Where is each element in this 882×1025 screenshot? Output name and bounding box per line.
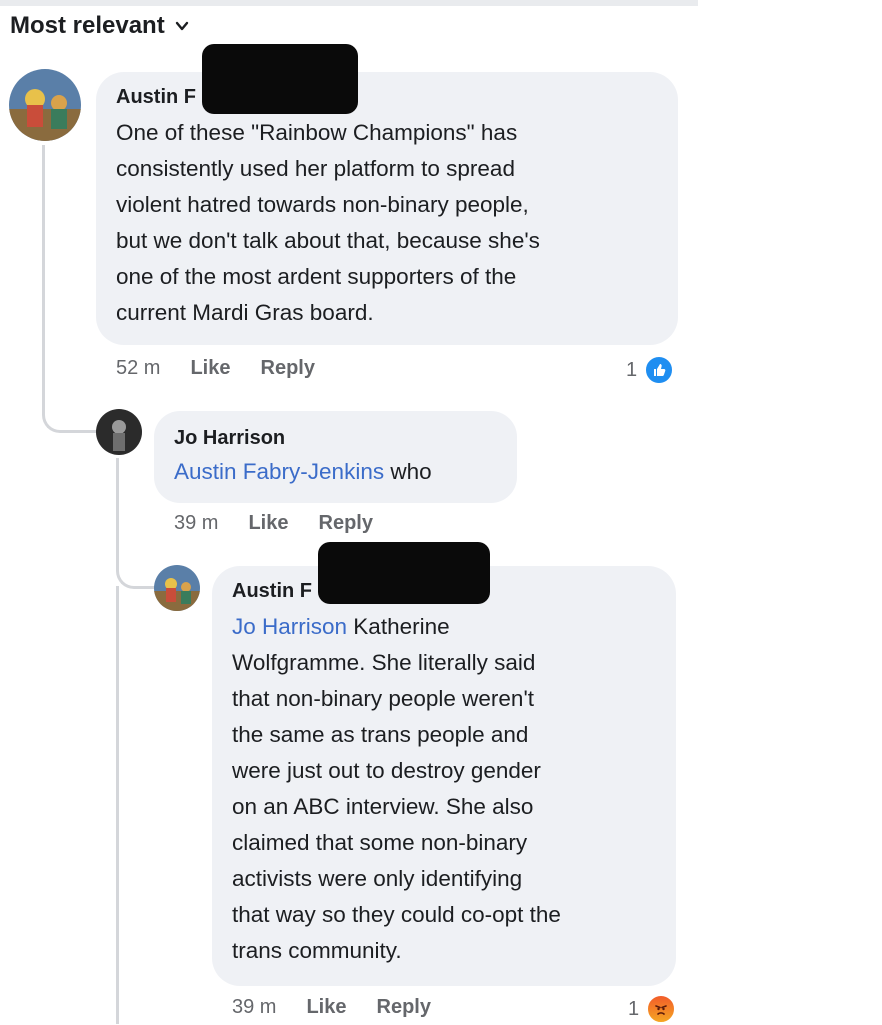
reply-button[interactable]: Reply [377, 996, 431, 1019]
reply-button[interactable]: Reply [261, 357, 315, 380]
reaction-count: 1 [626, 358, 638, 381]
comment-author[interactable]: Austin F [116, 86, 656, 109]
comment-actions: 52 m Like Reply [116, 357, 345, 380]
avatar[interactable] [9, 69, 81, 141]
reply-button[interactable]: Reply [319, 512, 373, 535]
reaction-count: 1 [628, 997, 640, 1020]
comment-bubble: Austin F Jo Harrison Katherine Wolfgramm… [212, 566, 676, 986]
comment-text: Austin Fabry-Jenkins who [174, 459, 432, 484]
avatar[interactable] [96, 409, 142, 455]
thread-connector [116, 586, 119, 1024]
comment-bubble: Austin F One of these "Rainbow Champions… [96, 72, 678, 345]
avatar-image [154, 565, 200, 611]
thread-connector [116, 458, 157, 589]
angry-icon [645, 993, 678, 1025]
like-button[interactable]: Like [306, 996, 346, 1019]
comment-mention[interactable]: Jo Harrison [232, 614, 347, 639]
avatar-image [9, 69, 81, 141]
sort-dropdown[interactable]: Most relevant [10, 12, 189, 40]
like-button[interactable]: Like [248, 512, 288, 535]
comment-author[interactable]: Jo Harrison [174, 427, 497, 450]
comment-text: One of these "Rainbow Champions" has con… [116, 120, 540, 325]
comment-timestamp[interactable]: 39 m [232, 996, 276, 1019]
reaction-summary[interactable]: 1 [626, 354, 676, 386]
like-icon [643, 354, 676, 386]
reaction-summary[interactable]: 1 [628, 993, 678, 1025]
thread-connector [42, 145, 97, 433]
like-button[interactable]: Like [190, 357, 230, 380]
comment-timestamp[interactable]: 39 m [174, 512, 218, 535]
comment-text: Jo Harrison Katherine Wolfgramme. She li… [232, 614, 561, 963]
comment-actions: 39 m Like Reply [232, 996, 461, 1019]
top-divider [0, 0, 698, 6]
avatar-image [96, 409, 142, 455]
avatar[interactable] [154, 565, 200, 611]
sort-label: Most relevant [10, 12, 165, 39]
comment-mention[interactable]: Austin Fabry-Jenkins [174, 459, 384, 484]
comment-actions: 39 m Like Reply [174, 512, 403, 535]
comment-timestamp[interactable]: 52 m [116, 357, 160, 380]
chevron-down-icon [175, 21, 188, 31]
comment-bubble: Jo Harrison Austin Fabry-Jenkins who [154, 411, 517, 503]
redaction-bar [202, 44, 358, 114]
redaction-bar [318, 542, 490, 604]
